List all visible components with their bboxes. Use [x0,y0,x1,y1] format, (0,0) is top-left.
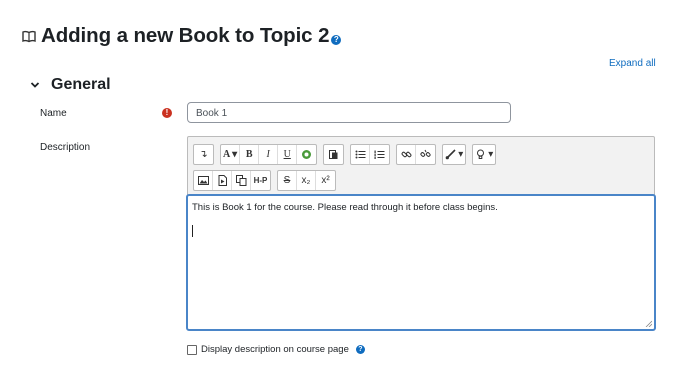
h5p-icon: H-P [254,176,268,185]
toolbar-group: H-P [193,170,271,191]
toolbar-group: A ▾ B I U [220,144,318,165]
media-icon [217,175,228,186]
expand-all-link[interactable]: Expand all [609,58,656,69]
glyph: A ▾ [223,149,238,160]
underline-icon: U [284,149,291,160]
paste-button[interactable] [324,145,343,164]
required-icon: ! [162,108,172,118]
italic-icon: I [267,149,270,160]
section-title: General [51,76,111,93]
lightbulb-icon: ▾ [475,149,493,160]
font-style-icon: A ▾ [223,149,237,160]
glyph: x₂ [301,175,311,186]
strikethrough-button[interactable]: S [278,171,297,190]
glyph: ▾ [488,149,494,160]
unordered-list-icon [355,149,366,160]
glyph: x² [321,175,330,186]
link-button[interactable] [397,145,417,164]
toolbar-group: ↴ [193,144,214,165]
accessibility-icon [301,149,312,160]
collapse-button[interactable]: ↴ [194,145,213,164]
accessibility-button[interactable] [297,145,316,164]
glyph: ▾ [458,149,464,160]
glyph: I [266,149,270,160]
glyph: H-P [253,176,268,185]
help-icon[interactable]: ? [355,345,365,354]
description-editor: ↴ A ▾ B I U ▾ ▾ H-P Sx₂ x² This is Book 1 for th… [186,136,656,331]
name-label: Name [40,108,67,119]
ordered-list-button[interactable] [370,145,389,164]
toolbar-group [396,144,437,165]
book-icon [22,30,36,43]
strikethrough-icon: S [284,175,291,186]
unordered-list-button[interactable] [351,145,371,164]
toolbar-group: ▾ [442,144,467,165]
link-icon [401,149,412,160]
section-general-toggle[interactable]: General [30,76,111,94]
toolbar-group [323,144,345,165]
subscript-button[interactable]: x₂ [297,171,316,190]
resize-handle-icon[interactable] [645,320,652,327]
unlink-icon [420,149,431,160]
toolbar-row-1: ↴ A ▾ B I U ▾ ▾ [193,144,502,165]
image-icon [197,175,209,186]
name-input[interactable]: Book 1 [187,102,511,123]
glyph: U [283,149,291,160]
ordered-list-icon [374,149,385,160]
superscript-icon: x² [321,175,329,186]
underline-button[interactable]: U [278,145,298,164]
h5p-button[interactable]: H-P [251,171,270,190]
manage-files-icon [235,175,247,186]
page-heading: Adding a new Book to Topic 2 ? [22,24,342,48]
help-icon[interactable]: ? [331,35,342,45]
glyph: S [283,175,291,186]
description-text: This is Book 1 for the course. Please re… [192,202,498,213]
manage-files-button[interactable] [232,171,251,190]
subscript-icon: x₂ [302,175,311,186]
display-description-checkbox[interactable] [187,344,197,355]
text-cursor [192,225,193,237]
glyph: B [245,149,253,160]
toolbar-row-2: H-P Sx₂ x² [193,170,342,191]
bold-button[interactable]: B [240,145,260,164]
font-style-button[interactable]: A ▾ [221,145,241,164]
toolbar-group: ▾ [472,144,497,165]
brush-button[interactable]: ▾ [443,145,465,164]
page-title: Adding a new Book to Topic 2 [41,24,330,47]
superscript-button[interactable]: x² [316,171,335,190]
chevron-down-icon [30,82,40,88]
toolbar-group: Sx₂ x² [277,170,336,191]
lightbulb-button[interactable]: ▾ [473,145,495,164]
italic-button[interactable]: I [259,145,279,164]
brush-icon: ▾ [445,149,463,160]
bold-icon: B [246,149,253,160]
collapse-icon: ↴ [199,149,207,160]
toolbar-group [350,144,391,165]
display-description-row: Display description on course page ? [187,344,365,355]
image-button[interactable] [194,171,213,190]
media-button[interactable] [213,171,232,190]
description-content[interactable]: This is Book 1 for the course. Please re… [186,194,656,331]
display-description-label: Display description on course page [201,344,349,355]
paste-icon [328,149,339,160]
description-label: Description [40,142,91,153]
glyph: ↴ [199,149,208,160]
unlink-button[interactable] [416,145,435,164]
